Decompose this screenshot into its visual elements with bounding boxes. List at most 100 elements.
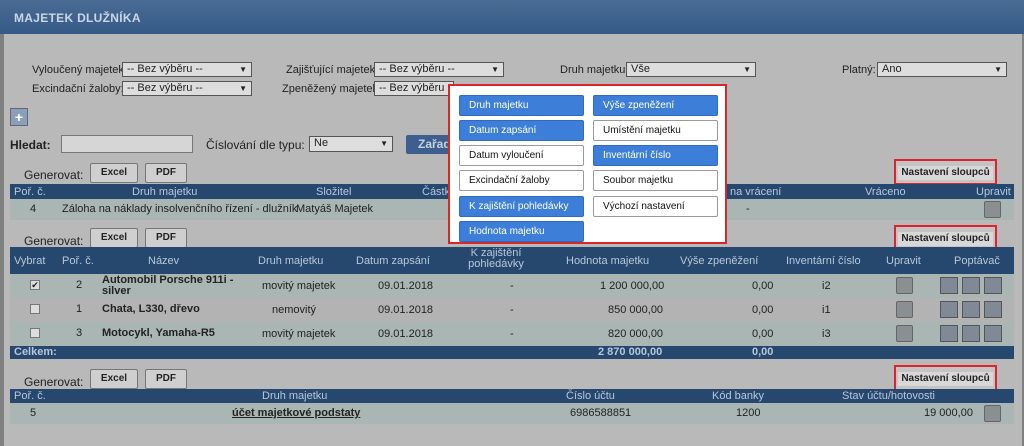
druh-select[interactable]: Vše ▼ <box>626 62 756 77</box>
page-title: MAJETEK DLUŽNÍKA <box>0 0 1024 34</box>
home-icon[interactable] <box>984 325 1002 342</box>
edit-icon[interactable] <box>984 405 1001 422</box>
tools-icon[interactable] <box>940 277 958 294</box>
row-zajisteni: - <box>510 328 514 340</box>
edit-icon[interactable] <box>896 277 913 294</box>
table2-header: Vybrat Poř. č. Název Druh majetku Datum … <box>10 247 1014 274</box>
home-icon[interactable] <box>984 277 1002 294</box>
col-druh[interactable]: Druh majetku <box>258 255 323 267</box>
tools-icon[interactable] <box>940 325 958 342</box>
table-row: ✔ 2 Automobil Porsche 911i - silver movi… <box>10 274 1014 298</box>
col-toggle-datum-zapsani[interactable]: Datum zapsání <box>459 120 584 141</box>
tools-icon[interactable] <box>940 301 958 318</box>
col-slozitel[interactable]: Složitel <box>316 186 351 198</box>
row-druh: movitý majetek <box>262 328 336 340</box>
edit-icon[interactable] <box>984 201 1001 218</box>
excindacni-label: Excindační žaloby: <box>32 83 124 95</box>
nastaveni-label: Nastavení sloupců <box>898 166 993 180</box>
home-icon[interactable] <box>984 301 1002 318</box>
nastaveni-sloupcu-button[interactable]: Nastavení sloupců <box>894 159 997 185</box>
platny-select[interactable]: Ano ▼ <box>877 62 1007 77</box>
generovat-label: Generovat: <box>24 375 84 389</box>
row-inv: i3 <box>822 328 831 340</box>
col-toggle-druh[interactable]: Druh majetku <box>459 95 584 116</box>
pdf-button[interactable]: PDF <box>145 163 187 183</box>
col-toggle-hodnota[interactable]: Hodnota majetku <box>459 221 584 242</box>
col-druh[interactable]: Druh majetku <box>132 186 197 198</box>
col-navraceni[interactable]: na vrácení <box>730 186 781 198</box>
row-navraceni: - <box>746 203 750 215</box>
edit-icon[interactable] <box>896 325 913 342</box>
excel-button[interactable]: Excel <box>90 369 138 389</box>
nastaveni-sloupcu-button[interactable]: Nastavení sloupců <box>894 365 997 391</box>
row-checkbox[interactable]: ✔ <box>30 280 40 290</box>
row-druh: movitý majetek <box>262 280 336 292</box>
chevron-down-icon: ▼ <box>380 139 388 148</box>
col-nazev[interactable]: Název <box>148 255 179 267</box>
excel-button[interactable]: Excel <box>90 163 138 183</box>
row-zajisteni: - <box>510 280 514 292</box>
row-num: 1 <box>76 303 83 315</box>
table-row: 3 Motocykl, Yamaha-R5 movitý majetek 09.… <box>10 322 1014 346</box>
col-inventarni[interactable]: Inventární číslo <box>786 255 861 267</box>
pdf-button[interactable]: PDF <box>145 369 187 389</box>
table-row: 1 Chata, L330, dřevo nemovitý 09.01.2018… <box>10 298 1014 322</box>
help-icon[interactable] <box>962 277 980 294</box>
col-por[interactable]: Poř. č. <box>14 390 46 402</box>
zaradit-button[interactable]: Zařad <box>406 135 452 154</box>
help-icon[interactable] <box>962 301 980 318</box>
col-por[interactable]: Poř. č. <box>14 186 46 198</box>
col-datum[interactable]: Datum zapsání <box>356 255 430 267</box>
cislovani-select[interactable]: Ne ▼ <box>309 136 393 152</box>
row-vyse: 0,00 <box>752 304 774 316</box>
col-toggle-zajisteni[interactable]: K zajištění pohledávky <box>459 196 584 217</box>
row-datum: 09.01.2018 <box>378 280 434 292</box>
chevron-down-icon: ▼ <box>743 65 751 74</box>
search-input[interactable] <box>61 135 193 153</box>
col-vybrat: Vybrat <box>14 255 46 267</box>
default-settings-button[interactable]: Výchozí nastavení <box>593 196 718 217</box>
row-druh-link[interactable]: účet majetkové podstaty <box>232 407 360 419</box>
edit-icon[interactable] <box>896 301 913 318</box>
col-toggle-datum-vylouceni[interactable]: Datum vyloučení <box>459 145 584 166</box>
col-toggle-excindacni[interactable]: Excindační žaloby <box>459 170 584 191</box>
col-zajisteni[interactable]: K zajištění pohledávky <box>460 248 532 270</box>
vylouceny-select[interactable]: -- Bez výběru -- ▼ <box>122 62 252 77</box>
col-toggle-soubor[interactable]: Soubor majetku <box>593 170 718 191</box>
col-druh[interactable]: Druh majetku <box>262 390 327 402</box>
col-vraceno[interactable]: Vráceno <box>865 186 906 198</box>
help-icon[interactable] <box>962 325 980 342</box>
zpenezeny-select[interactable]: -- Bez výběru -- <box>374 81 454 96</box>
nastaveni-label: Nastavení sloupců <box>898 372 993 386</box>
row-inv: i2 <box>822 280 831 292</box>
zajistujici-select[interactable]: -- Bez výběru -- ▼ <box>374 62 504 77</box>
row-druh: nemovitý <box>272 304 317 316</box>
row-vyse: 0,00 <box>752 280 774 292</box>
col-toggle-umisteni[interactable]: Umístění majetku <box>593 120 718 141</box>
excindacni-select[interactable]: -- Bez výběru -- ▼ <box>122 81 252 96</box>
row-hodnota: 820 000,00 <box>608 328 664 340</box>
platny-label: Platný: <box>842 64 876 76</box>
col-hodnota[interactable]: Hodnota majetku <box>566 255 649 267</box>
add-icon[interactable]: + <box>10 108 28 126</box>
row-num: 5 <box>30 407 37 419</box>
pdf-button[interactable]: PDF <box>145 228 187 248</box>
col-stav[interactable]: Stav účtu/hotovosti <box>842 390 935 402</box>
col-toggle-inventarni[interactable]: Inventární číslo <box>593 145 718 166</box>
col-castka[interactable]: Částk <box>422 186 450 198</box>
col-vyse[interactable]: Výše zpeněžení <box>680 255 758 267</box>
col-toggle-vyse[interactable]: Výše zpeněžení <box>593 95 718 116</box>
col-ucet[interactable]: Číslo účtu <box>566 390 615 402</box>
row-num: 3 <box>76 327 83 339</box>
column-settings-popup: Druh majetku Datum zapsání Datum vylouče… <box>448 84 727 244</box>
row-checkbox[interactable] <box>30 328 40 338</box>
excel-button[interactable]: Excel <box>90 228 138 248</box>
row-num: 2 <box>76 279 83 291</box>
col-por[interactable]: Poř. č. <box>62 255 94 267</box>
col-kod[interactable]: Kód banky <box>712 390 764 402</box>
row-checkbox[interactable] <box>30 304 40 314</box>
druh-label: Druh majetku: <box>560 64 629 76</box>
total-label: Celkem: <box>14 346 57 358</box>
search-label: Hledat: <box>10 138 51 152</box>
total-vyse: 0,00 <box>752 346 774 358</box>
